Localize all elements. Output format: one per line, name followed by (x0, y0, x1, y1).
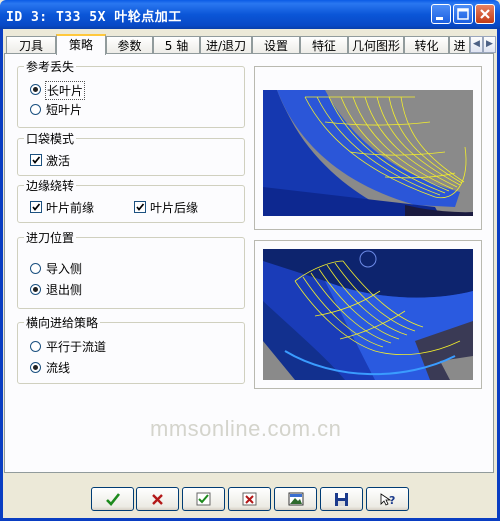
radio-streamline[interactable] (30, 362, 41, 373)
tab-strategy[interactable]: 策略 (56, 34, 106, 55)
checkbox-leading-edge[interactable] (30, 201, 42, 213)
checkbox-trailing-edge-label[interactable]: 叶片后缘 (150, 199, 198, 216)
maximize-icon (457, 8, 469, 20)
checkbox-leading-edge-label[interactable]: 叶片前缘 (46, 199, 94, 216)
tab-scroll-right-button[interactable]: ▶ (483, 36, 496, 53)
save-disk-icon (335, 493, 348, 506)
maximize-button[interactable] (453, 4, 473, 24)
checkbox-activate-label[interactable]: 激活 (46, 152, 70, 169)
radio-outlet-side-label[interactable]: 退出侧 (46, 281, 82, 298)
radio-parallel-to-hub-label[interactable]: 平行于流道 (46, 338, 106, 355)
radio-long-blade-label[interactable]: 长叶片 (45, 81, 86, 100)
tab-tool[interactable]: 刀具 (6, 36, 56, 54)
tab-setup[interactable]: 设置 (252, 36, 300, 54)
reset-x-icon (242, 492, 257, 506)
preview-image-blade-edge (254, 66, 482, 230)
radio-inlet-side-label[interactable]: 导入侧 (46, 260, 82, 277)
reset-button[interactable] (228, 487, 271, 511)
radio-inlet-side[interactable] (30, 263, 41, 274)
tab-overflow[interactable]: 进 (449, 36, 470, 54)
tab-transform[interactable]: 转化 (404, 36, 449, 54)
tab-parameters[interactable]: 参数 (106, 36, 153, 54)
tab-scroll-arrows: ◀ ▶ (470, 36, 496, 53)
radio-outlet-side[interactable] (30, 284, 41, 295)
checkbox-trailing-edge[interactable] (134, 201, 146, 213)
cancel-button[interactable] (136, 487, 179, 511)
tab-feature[interactable]: 特征 (300, 36, 348, 54)
preview-button[interactable] (274, 487, 317, 511)
save-button[interactable] (320, 487, 363, 511)
radio-parallel-to-hub[interactable] (30, 341, 41, 352)
group-pocket-mode: 口袋模式 激活 (17, 130, 245, 176)
group-approach-position-label: 进刀位置 (24, 229, 77, 246)
group-stepover-strategy-label: 横向进给策略 (24, 314, 101, 331)
checkmark-icon (32, 203, 41, 211)
group-pocket-mode-label: 口袋模式 (24, 130, 77, 147)
checkmark-icon (32, 156, 41, 164)
apply-button[interactable] (182, 487, 225, 511)
group-edge-roll: 边缘绕转 叶片前缘 叶片后缘 (17, 177, 245, 223)
ok-checkmark-icon (106, 493, 121, 506)
group-edge-roll-label: 边缘绕转 (24, 177, 77, 194)
minimize-icon (436, 17, 443, 20)
group-approach-position: 进刀位置 导入侧 退出侧 (17, 229, 245, 309)
svg-text:?: ? (389, 494, 395, 507)
help-button[interactable]: ? (366, 487, 409, 511)
blade-toolpath-illustration (263, 90, 473, 216)
tab-geometry[interactable]: 几何图形 (348, 36, 404, 54)
window-title: ID 3: T33 5X 叶轮点加工 (6, 10, 182, 25)
tab-strip: 刀具 策略 参数 5 轴 进/退刀 设置 特征 几何图形 转化 进 ◀ ▶ (4, 34, 496, 55)
close-button[interactable] (475, 4, 495, 24)
tab-5axis[interactable]: 5 轴 (153, 36, 200, 54)
radio-short-blade[interactable] (30, 104, 41, 115)
minimize-button[interactable] (431, 4, 451, 24)
tab-panel-strategy: 参考丢失 长叶片 短叶片 口袋模式 激活 边缘绕转 叶片前缘 叶片后缘 进刀位置… (4, 53, 494, 473)
apply-check-icon (196, 492, 211, 506)
checkmark-icon (136, 203, 145, 211)
group-reference-loss: 参考丢失 长叶片 短叶片 (17, 58, 245, 128)
cancel-x-icon (152, 494, 163, 505)
watermark-text: mmsonline.com.cn (150, 416, 342, 441)
title-bar[interactable]: ID 3: T33 5X 叶轮点加工 (0, 0, 500, 29)
ok-button[interactable] (91, 487, 134, 511)
close-icon (480, 9, 490, 19)
impeller-toolpath-illustration (263, 249, 473, 380)
group-reference-loss-label: 参考丢失 (24, 58, 77, 75)
radio-long-blade[interactable] (30, 84, 41, 95)
group-stepover-strategy: 横向进给策略 平行于流道 流线 (17, 314, 245, 384)
tab-lead-in-out[interactable]: 进/退刀 (200, 36, 252, 54)
checkbox-activate[interactable] (30, 154, 42, 166)
help-question-icon: ? (380, 493, 395, 507)
radio-short-blade-label[interactable]: 短叶片 (46, 101, 82, 118)
tab-scroll-left-button[interactable]: ◀ (470, 36, 483, 53)
preview-image-icon (288, 492, 304, 506)
preview-image-impeller (254, 240, 482, 389)
radio-streamline-label[interactable]: 流线 (46, 359, 70, 376)
